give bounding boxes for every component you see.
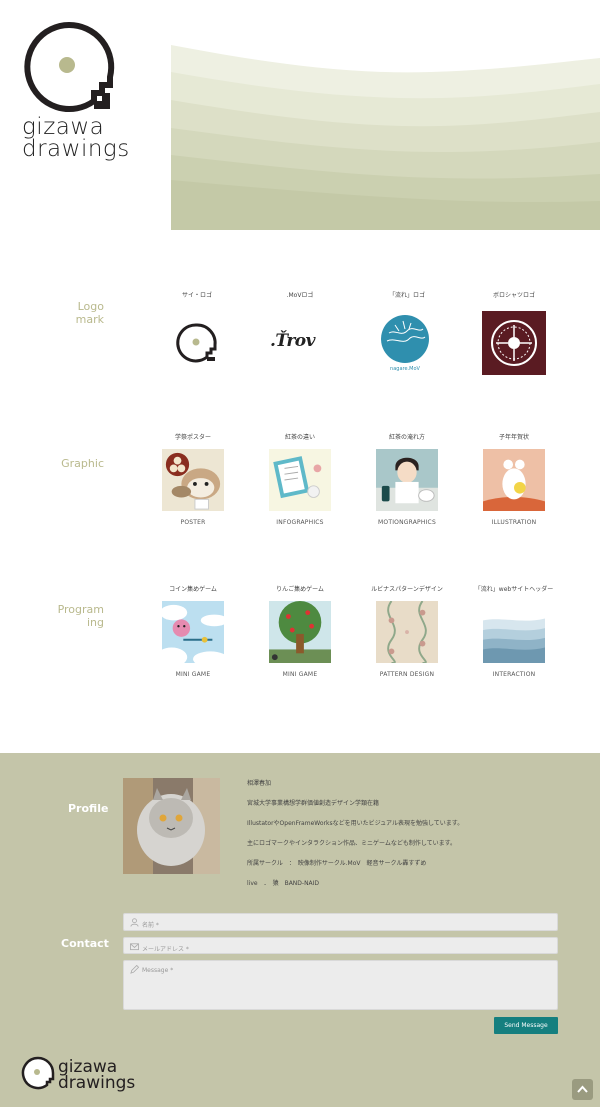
work-card[interactable]: 「流れ」ロゴ nagare.MoV [357, 291, 457, 375]
poloshirt-logo-thumbnail [482, 311, 546, 375]
profile-text: 相澤春加 宮城大学事業構想学群価値創造デザイン学類在籍 IllustatorやO… [247, 780, 567, 900]
section-label-line: Graphic [61, 457, 104, 470]
profile-heading: Profile [68, 802, 109, 815]
work-card[interactable]: りんご集めゲーム MINI GAME [250, 585, 350, 678]
work-title: コイン集めゲーム [169, 586, 217, 593]
scroll-to-top-button[interactable] [572, 1079, 593, 1100]
coin-game-thumbnail [162, 601, 224, 663]
work-card[interactable]: .MoVロゴ .Ťrov [250, 291, 350, 375]
profile-line: 所属サークル ： 映像制作サークル.MoV 軽音サークル轟すずめ [247, 860, 427, 867]
hero-wave-header [171, 0, 600, 230]
work-title: 「流れ」webサイトヘッダー [474, 586, 554, 593]
section-label-line: ing [86, 616, 104, 629]
work-title: サイ・ロゴ [181, 292, 212, 299]
work-category: INTERACTION [492, 671, 536, 678]
profile-photo-cat [123, 778, 220, 874]
nagare-logo-thumbnail: nagare.MoV [375, 311, 439, 375]
mov-logo-text: .Ťrov [270, 331, 316, 351]
work-card[interactable]: ボロシャツロゴ [464, 291, 564, 375]
name-field[interactable]: 名前 * [123, 913, 558, 931]
send-message-button[interactable]: Send Message [494, 1017, 558, 1034]
work-card[interactable]: 紅茶の違い INFOGRAPHICS [250, 433, 350, 526]
apple-game-thumbnail [269, 601, 331, 663]
contact-heading: Contact [61, 937, 109, 950]
profile-line: 相澤春加 [247, 780, 272, 787]
infographics-thumbnail [269, 449, 331, 511]
message-placeholder: Message * [142, 967, 174, 974]
work-category: MINI GAME [282, 671, 318, 678]
poster-thumbnail [162, 449, 224, 511]
work-category: PATTERN DESIGN [379, 671, 435, 678]
section-label-line: mark [75, 313, 104, 326]
section-label-line: Program [57, 603, 104, 616]
work-title: りんご集めゲーム [276, 586, 324, 593]
site-logo[interactable]: gizawa drawings [22, 20, 142, 165]
interaction-thumbnail [483, 601, 545, 663]
sai-logo-thumbnail [165, 311, 229, 375]
work-title: ルビナスパターンデザイン [371, 586, 443, 593]
pencil-icon [130, 965, 139, 974]
work-title: 「流れ」ロゴ [388, 292, 425, 299]
profile-line: live ． 猿 BAND-NAID [247, 880, 320, 887]
footer: Profile 相澤春加 宮城大学事業構想学群価値創造デザイン学類在籍 Illu… [0, 753, 600, 1107]
work-title: .MoVロゴ [286, 292, 314, 299]
work-card[interactable]: サイ・ロゴ [147, 291, 247, 375]
work-title: 紅茶の淹れ方 [388, 434, 425, 441]
pattern-design-thumbnail [376, 601, 438, 663]
mail-icon [130, 943, 139, 951]
footer-logo-wordmark: gizawa drawings [58, 1059, 136, 1093]
footer-logo-word-2: drawings [58, 1073, 136, 1093]
motiongraphics-thumbnail [376, 449, 438, 511]
illustration-thumbnail [483, 449, 545, 511]
work-category: POSTER [180, 519, 206, 526]
work-category: MOTIONGRAPHICS [378, 519, 436, 526]
gizawa-logo-mark-icon [24, 21, 115, 112]
section-label-logo: Logo mark [64, 300, 104, 326]
profile-line: 主にロゴマークやインタラクション作品、ミニゲームなども制作しています。 [247, 840, 457, 847]
work-card[interactable]: 子年年賀状 ILLUSTRATION [464, 433, 564, 526]
work-card[interactable]: 学祭ポスター POSTER [143, 433, 243, 526]
nagare-caption: nagare.MoV [390, 366, 420, 372]
logo-word-1: gizawa [22, 114, 105, 140]
work-card[interactable]: 「流れ」webサイトヘッダー INTERACTION [464, 585, 564, 678]
work-category: MINI GAME [175, 671, 211, 678]
name-placeholder: 名前 * [142, 922, 159, 929]
mov-logo-thumbnail: .Ťrov [268, 311, 332, 375]
work-category: ILLUSTRATION [491, 519, 537, 526]
work-title: 子年年賀状 [498, 434, 529, 441]
work-title: 紅茶の違い [284, 434, 315, 441]
section-label-programming: Program ing [50, 603, 104, 629]
work-card[interactable]: 紅茶の淹れ方 MOTIONGRAPHICS [357, 433, 457, 526]
logo-word-2: drawings [22, 136, 130, 162]
work-title: ボロシャツロゴ [492, 292, 535, 299]
profile-line: IllustatorやOpenFrameWorksなどを用いたビジュアル表現を勉… [247, 820, 464, 827]
chevron-up-icon [577, 1085, 588, 1093]
section-label-graphic: Graphic [56, 457, 104, 470]
email-field[interactable]: メールアドレス * [123, 937, 558, 954]
email-placeholder: メールアドレス * [142, 946, 189, 953]
message-field[interactable]: Message * [123, 960, 558, 1010]
work-card[interactable]: コイン集めゲーム MINI GAME [143, 585, 243, 678]
user-icon [130, 918, 139, 927]
work-title: 学祭ポスター [174, 434, 211, 441]
logo-wordmark: gizawa drawings [22, 114, 130, 162]
profile-line: 宮城大学事業構想学群価値創造デザイン学類在籍 [247, 800, 380, 807]
work-card[interactable]: ルビナスパターンデザイン PATTERN DESIGN [357, 585, 457, 678]
section-label-line: Logo [77, 300, 104, 313]
work-category: INFOGRAPHICS [276, 519, 324, 526]
